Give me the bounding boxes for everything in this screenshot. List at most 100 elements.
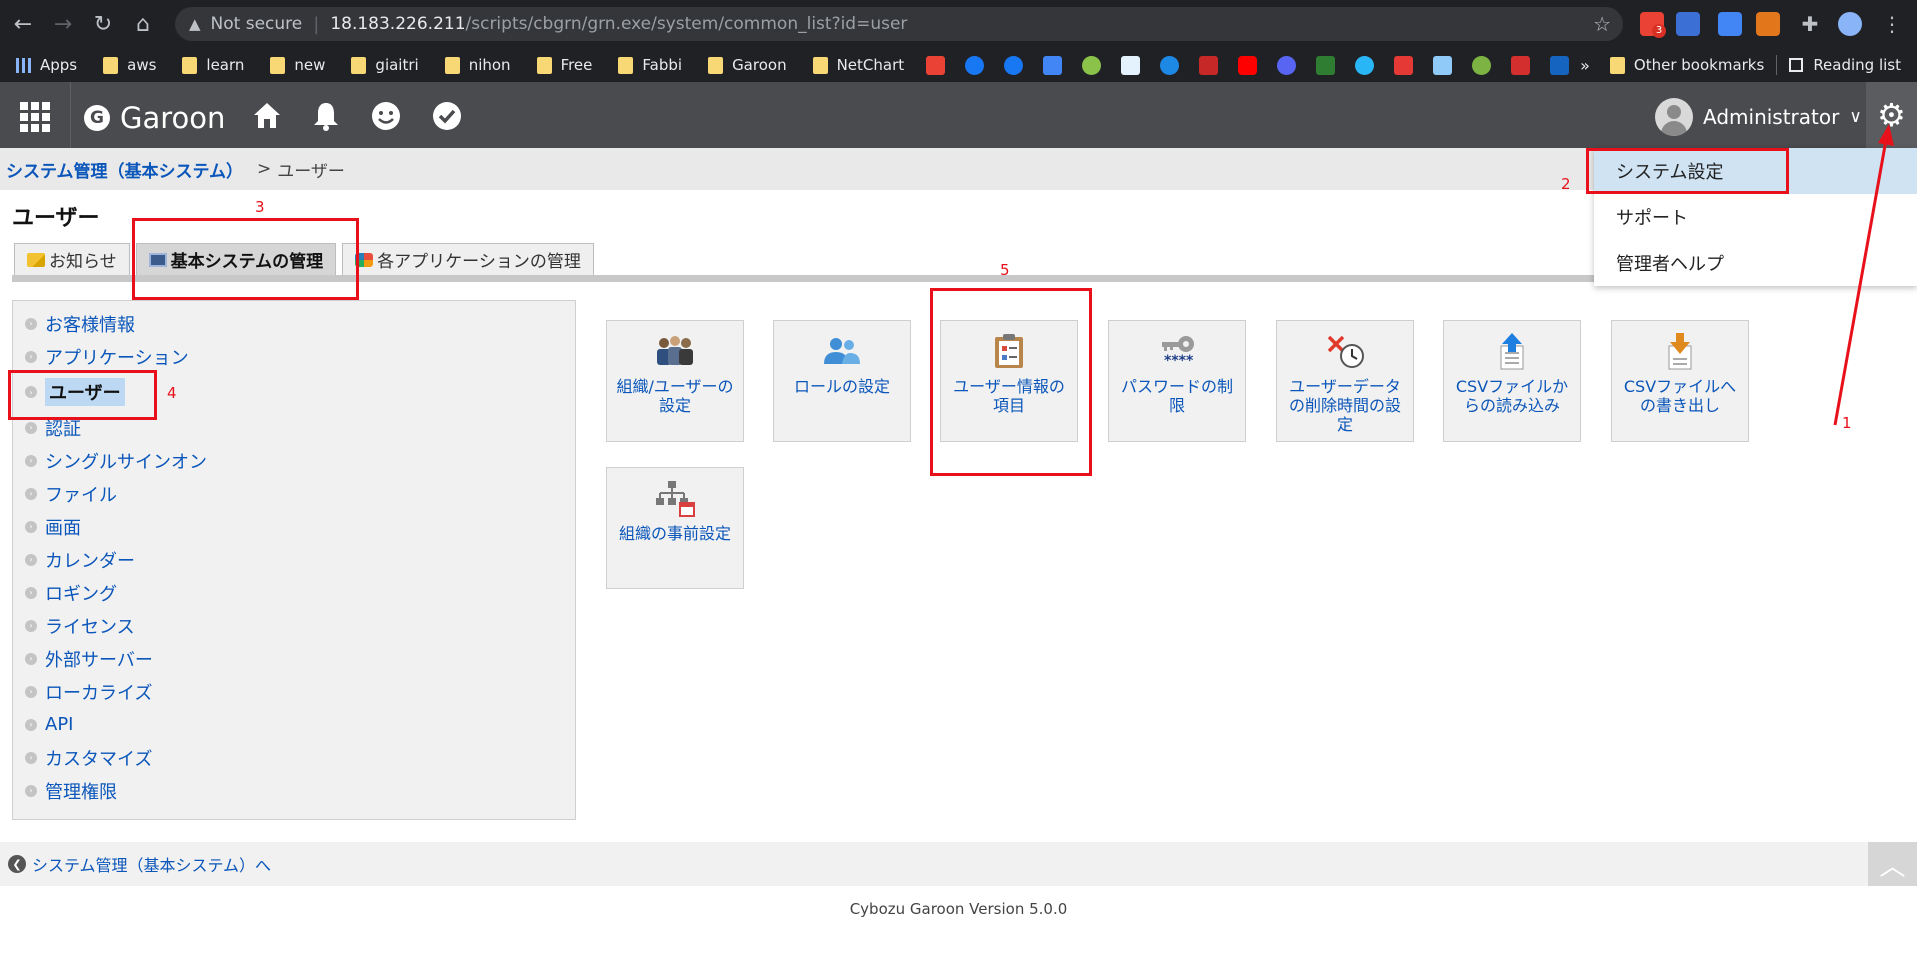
folder-icon	[444, 56, 460, 74]
site-favicon[interactable]	[1121, 55, 1141, 75]
bookmark-folder[interactable]: Free	[536, 56, 592, 74]
menu-icon[interactable]: ⋮	[1880, 12, 1904, 36]
app-menu-grid-icon[interactable]	[20, 102, 50, 132]
gmail-extension-icon[interactable]: 3	[1640, 12, 1666, 38]
back-link[interactable]: システム管理（基本システム）へ	[32, 852, 271, 876]
reading-list[interactable]: Reading list	[1789, 56, 1901, 74]
translate-favicon[interactable]	[1043, 55, 1063, 75]
bookmark-folder[interactable]: learn	[182, 56, 244, 74]
divider	[1776, 55, 1778, 75]
site-favicon[interactable]	[1472, 55, 1492, 75]
tile-label: CSVファイルからの読み込み	[1455, 377, 1569, 415]
site-favicon[interactable]	[1316, 55, 1336, 75]
profile-avatar-icon[interactable]	[1838, 12, 1862, 36]
sidebar-item[interactable]: › ライセンス	[13, 609, 575, 642]
tab-applications[interactable]: 各アプリケーションの管理	[342, 243, 594, 275]
sidebar-item[interactable]: › ローカライズ	[13, 675, 575, 708]
sidebar-item[interactable]: › ロギング	[13, 576, 575, 609]
puzzle-icon[interactable]: ✚	[1798, 12, 1822, 36]
translate-extension-icon[interactable]	[1718, 12, 1742, 36]
tile-password-restrictions[interactable]: **** パスワードの制限	[1108, 320, 1246, 442]
tile-user-data-deletion-time[interactable]: ユーザーデータの削除時間の設定	[1276, 320, 1414, 442]
site-favicon[interactable]	[1433, 55, 1453, 75]
bookmark-apps[interactable]: Apps	[16, 56, 77, 74]
messenger-favicon[interactable]	[1160, 55, 1180, 75]
bookmarks-right: » Other bookmarks Reading list	[1580, 48, 1917, 82]
bullet-icon: ›	[25, 619, 37, 632]
forward-icon[interactable]: →	[46, 7, 80, 41]
bookmark-folder[interactable]: nihon	[444, 56, 511, 74]
facebook-favicon[interactable]	[1004, 55, 1024, 75]
tile-org-pre-settings[interactable]: 組織の事前設定	[606, 467, 744, 589]
tile-csv-export[interactable]: CSVファイルへの書き出し	[1611, 320, 1749, 442]
bookmark-folder[interactable]: Garoon	[708, 56, 787, 74]
favorite-check-icon[interactable]	[432, 101, 462, 138]
bookmark-folder[interactable]: giaitri	[351, 56, 419, 74]
youtube-favicon[interactable]	[1238, 55, 1258, 75]
discord-favicon[interactable]	[1277, 55, 1297, 75]
sidebar-item[interactable]: › 管理権限	[13, 774, 575, 807]
sidebar-item[interactable]: › カレンダー	[13, 543, 575, 576]
scroll-top-icon[interactable]: ︿	[1868, 842, 1917, 886]
sidebar-item[interactable]: › アプリケーション	[13, 340, 575, 373]
tile-org-user-settings[interactable]: 組織/ユーザーの設定	[606, 320, 744, 442]
sidebar-item[interactable]: › 外部サーバー	[13, 642, 575, 675]
tile-label: パスワードの制限	[1120, 377, 1233, 415]
site-favicon[interactable]	[1199, 55, 1219, 75]
people-group-icon	[653, 331, 697, 371]
tile-label: 組織/ユーザーの設定	[616, 377, 734, 415]
site-favicon[interactable]	[1550, 55, 1570, 75]
menu-item-admin-help[interactable]: 管理者ヘルプ	[1594, 240, 1917, 286]
home-icon[interactable]	[252, 101, 282, 136]
chevron-down-icon: ∨	[1849, 107, 1862, 127]
reload-icon[interactable]: ↻	[86, 7, 120, 41]
page-title: ユーザー	[12, 206, 100, 231]
annotation-box	[1586, 148, 1789, 194]
sidebar-item[interactable]: › ファイル	[13, 477, 575, 510]
site-favicon[interactable]	[1394, 55, 1414, 75]
sidebar-item[interactable]: › お客様情報	[13, 307, 575, 340]
tab-notice[interactable]: お知らせ	[14, 243, 130, 275]
home-icon[interactable]: ⌂	[126, 7, 160, 41]
sidebar-item[interactable]: › カスタマイズ	[13, 741, 575, 774]
gmail-favicon[interactable]	[926, 55, 946, 75]
other-bookmarks[interactable]: Other bookmarks	[1609, 56, 1764, 74]
menu-item-support[interactable]: サポート	[1594, 194, 1917, 240]
bookmark-folder[interactable]: new	[270, 56, 325, 74]
back-arrow-icon: ❮	[8, 855, 26, 873]
extension-icon[interactable]	[1676, 12, 1700, 36]
bookmarks-overflow[interactable]: »	[1580, 56, 1590, 75]
bookmark-folder[interactable]: Fabbi	[618, 56, 682, 74]
notification-bell-icon[interactable]	[312, 101, 340, 138]
folder-icon	[103, 56, 119, 74]
site-favicon[interactable]	[1511, 55, 1531, 75]
sidebar-item[interactable]: › シングルサインオン	[13, 444, 575, 477]
tile-csv-import[interactable]: CSVファイルからの読み込み	[1443, 320, 1581, 442]
smiley-icon[interactable]	[371, 101, 401, 138]
tile-role-settings[interactable]: ロールの設定	[773, 320, 911, 442]
site-favicon[interactable]	[1082, 55, 1102, 75]
user-menu[interactable]: Administrator ∨	[1655, 98, 1862, 136]
facebook-favicon[interactable]	[965, 55, 985, 75]
divider	[70, 82, 71, 148]
annotation-number: 5	[1000, 261, 1010, 279]
sidebar-item[interactable]: › 画面	[13, 510, 575, 543]
apps-grid-icon	[16, 57, 31, 73]
bullet-icon: ›	[25, 784, 37, 797]
metamask-extension-icon[interactable]	[1756, 12, 1780, 36]
settings-gear-icon[interactable]: ⚙	[1866, 82, 1917, 148]
garoon-logo[interactable]: G Garoon	[84, 101, 225, 135]
security-label: Not secure	[210, 14, 303, 34]
bookmark-folder[interactable]: aws	[103, 56, 156, 74]
breadcrumb-parent-link[interactable]: システム管理（基本システム）	[6, 157, 243, 182]
address-bar[interactable]: ▲ Not secure | 18.183.226.211 /scripts/c…	[175, 7, 1623, 41]
bookmark-star-icon[interactable]: ☆	[1593, 12, 1611, 36]
bullet-icon: ›	[25, 586, 37, 599]
annotation-number: 1	[1842, 414, 1852, 432]
back-icon[interactable]: ←	[6, 7, 40, 41]
site-favicon[interactable]	[1355, 55, 1375, 75]
sidebar-item[interactable]: › API	[13, 708, 575, 741]
breadcrumb-separator: >	[256, 159, 272, 179]
mail-badge: 3	[1652, 24, 1666, 38]
bookmark-folder[interactable]: NetChart	[812, 56, 904, 74]
